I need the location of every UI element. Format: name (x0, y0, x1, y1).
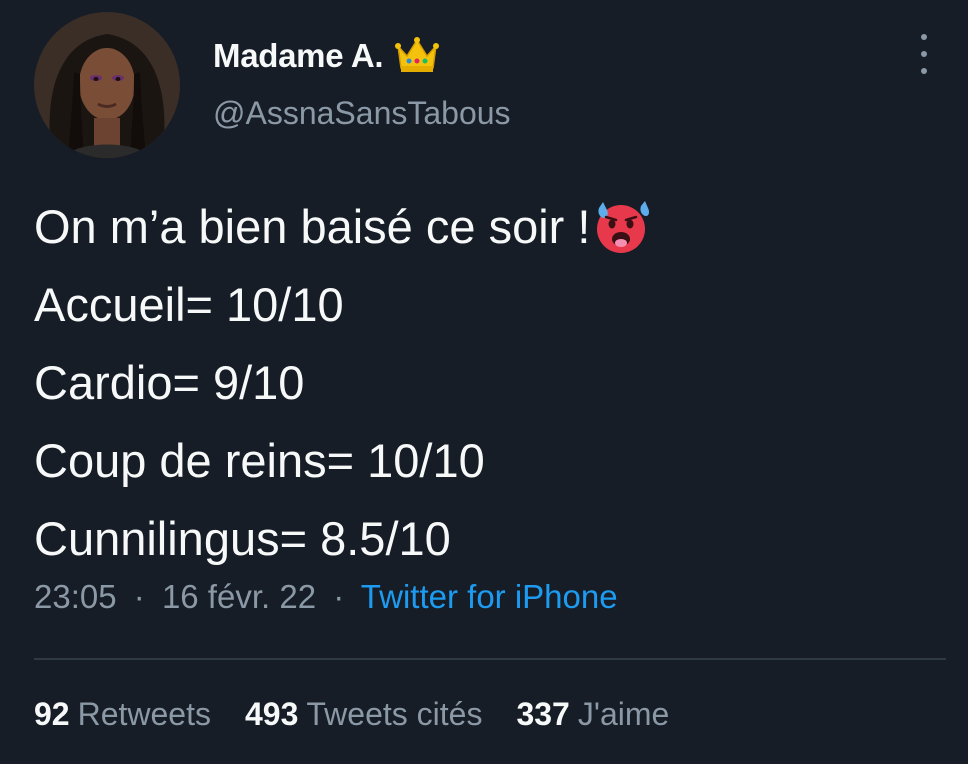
quote-tweets-count: 493 (244, 696, 299, 732)
tweet-source-link[interactable]: Twitter for iPhone (361, 578, 618, 615)
crown-icon (395, 37, 440, 72)
quote-tweets-label: Tweets cités (306, 696, 483, 732)
avatar-image (34, 12, 180, 158)
hot-face-emoji-icon (597, 201, 650, 253)
tweet-line: Coup de reins= 10/10 (34, 434, 485, 487)
retweets-label: Retweets (77, 696, 211, 732)
tweet-line: On m’a bien baisé ce soir ! (34, 188, 934, 266)
likes-label: J'aime (577, 696, 670, 732)
more-dot (921, 68, 927, 74)
tweet-detail: Madame A. @AssnaSansTabous On m’a bien b… (0, 0, 968, 764)
tweet-line: Cunnilingus= 8.5/10 (34, 512, 451, 565)
more-dot (921, 34, 927, 40)
more-dot (921, 51, 927, 57)
meta-separator: · (133, 578, 145, 615)
display-name[interactable]: Madame A. (213, 37, 384, 75)
tweet-stats: 92 Retweets 493 Tweets cités 337 J'aime (34, 696, 703, 733)
user-handle[interactable]: @AssnaSansTabous (213, 95, 511, 132)
quote-tweets-stat[interactable]: 493 Tweets cités (245, 696, 482, 733)
tweet-time[interactable]: 23:05 (34, 578, 117, 615)
tweet-line: Cardio= 9/10 (34, 356, 305, 409)
tweet-date[interactable]: 16 févr. 22 (162, 578, 316, 615)
likes-stat[interactable]: 337 J'aime (516, 696, 669, 733)
divider (34, 658, 946, 660)
tweet-line-text: On m’a bien baisé ce soir ! (34, 200, 591, 253)
tweet-meta: 23:05 · 16 févr. 22 · Twitter for iPhone (34, 578, 618, 616)
display-name-row: Madame A. (213, 34, 440, 78)
tweet-line: Accueil= 10/10 (34, 278, 344, 331)
tweet-text: On m’a bien baisé ce soir ! Accueil= 10/… (34, 188, 934, 578)
more-options-icon[interactable] (914, 34, 934, 74)
retweets-count: 92 (34, 696, 70, 732)
likes-count: 337 (516, 696, 570, 732)
retweets-stat[interactable]: 92 Retweets (34, 696, 211, 733)
meta-separator: · (333, 578, 345, 615)
avatar[interactable] (34, 12, 180, 158)
